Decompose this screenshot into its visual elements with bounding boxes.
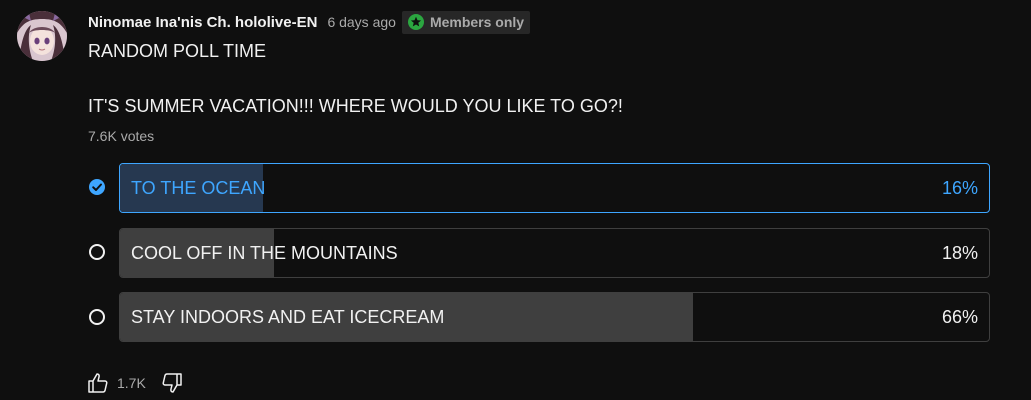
thumbs-up-icon[interactable] [86,371,110,395]
poll-option-1-label: TO THE OCEAN [131,178,266,198]
vote-count: 7.6K votes [88,128,155,144]
poll-option-3-percent: 66% [941,307,978,327]
poll-option-3-label: STAY INDOORS AND EAT ICECREAM [131,307,445,327]
poll-option-1-percent: 16% [941,178,978,198]
channel-name[interactable]: Ninomae Ina'nis Ch. hololive-EN [88,14,317,31]
thumbs-down-icon[interactable] [160,371,184,395]
channel-avatar[interactable] [17,11,67,61]
post-actions: 1.7K [86,370,184,396]
poll-option-1-check-icon[interactable] [89,179,105,195]
post-text-line-1: RANDOM POLL TIME [88,41,267,61]
post-timestamp[interactable]: 6 days ago [327,14,396,30]
poll-option-2-label: COOL OFF IN THE MOUNTAINS [131,243,398,263]
members-star-icon [407,14,424,30]
poll-option-2-radio-icon[interactable] [89,244,105,260]
poll-option-2[interactable]: COOL OFF IN THE MOUNTAINS 18% [119,228,990,278]
like-count: 1.7K [117,375,146,391]
poll-option-3[interactable]: STAY INDOORS AND EAT ICECREAM 66% [119,292,990,342]
post-text-line-2: IT'S SUMMER VACATION!!! WHERE WOULD YOU … [88,96,623,116]
poll-option-1[interactable]: TO THE OCEAN 16% [119,163,990,213]
poll-option-2-percent: 18% [941,243,978,263]
members-only-label: Members only [429,14,525,30]
poll-option-3-radio-icon[interactable] [89,309,105,325]
post-header: Ninomae Ina'nis Ch. hololive-EN 6 days a… [88,10,531,34]
members-only-badge: Members only [401,10,531,34]
community-post: Ninomae Ina'nis Ch. hololive-EN 6 days a… [0,0,1031,400]
